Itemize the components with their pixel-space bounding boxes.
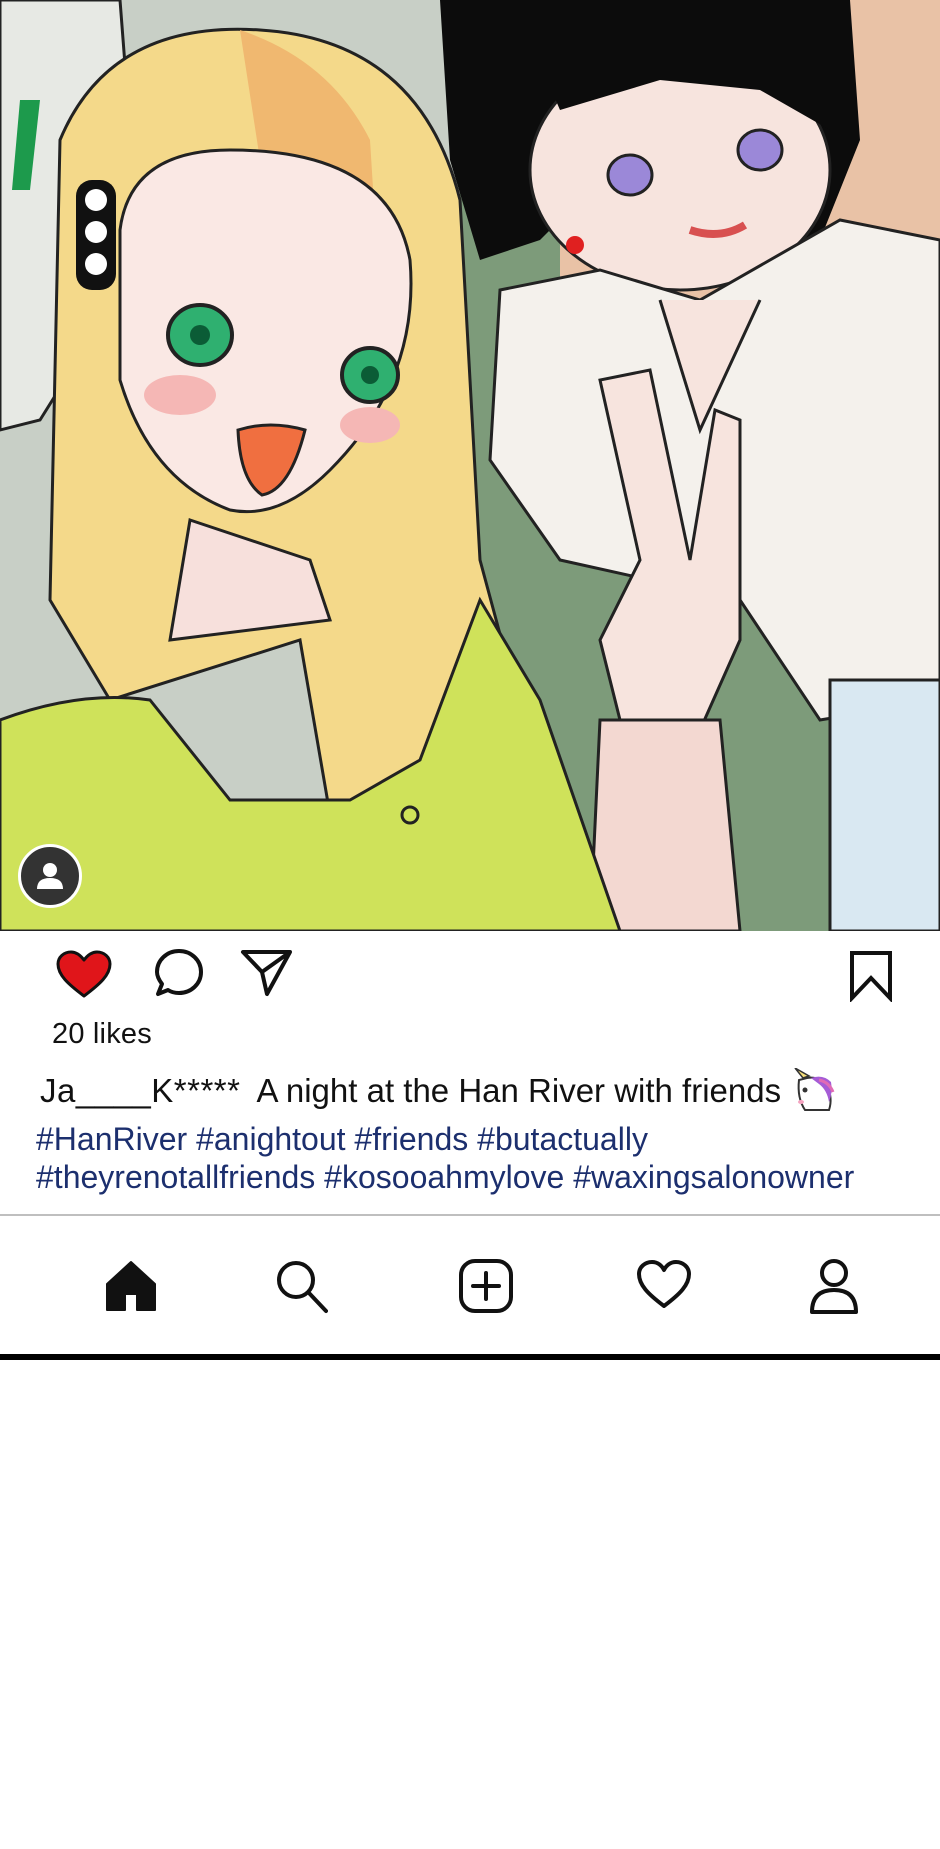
hashtags-line-1[interactable]: #HanRiver #anightout #friends #butactual… xyxy=(36,1121,648,1157)
comment-icon[interactable] xyxy=(153,947,205,1001)
hashtags[interactable]: #HanRiver #anightout #friends #butactual… xyxy=(36,1120,936,1196)
search-icon[interactable] xyxy=(274,1258,328,1314)
profile-icon[interactable] xyxy=(808,1258,860,1314)
caption-text: A night at the Han River with friends xyxy=(256,1072,782,1109)
likes-count[interactable]: 20 likes xyxy=(52,1018,152,1051)
user-icon xyxy=(37,863,63,889)
heart-outline-icon[interactable] xyxy=(636,1258,692,1310)
unicorn-emoji-icon xyxy=(789,1067,835,1120)
post-actions xyxy=(0,931,940,1031)
hashtags-line-2[interactable]: #theyrenotallfriends #kosooahmylove #wax… xyxy=(36,1159,854,1195)
post-caption: Ja____K***** A night at the Han River wit… xyxy=(40,1067,920,1120)
home-icon[interactable] xyxy=(104,1258,158,1312)
send-icon[interactable] xyxy=(240,948,294,998)
blank-area xyxy=(0,1360,940,1849)
add-post-icon[interactable] xyxy=(458,1258,514,1314)
heart-icon[interactable] xyxy=(56,950,112,1000)
avatar[interactable] xyxy=(18,844,82,908)
post-image[interactable] xyxy=(0,0,940,931)
post-illustration xyxy=(0,0,940,931)
username[interactable]: Ja____K***** xyxy=(40,1072,241,1109)
bookmark-icon[interactable] xyxy=(848,950,894,1002)
